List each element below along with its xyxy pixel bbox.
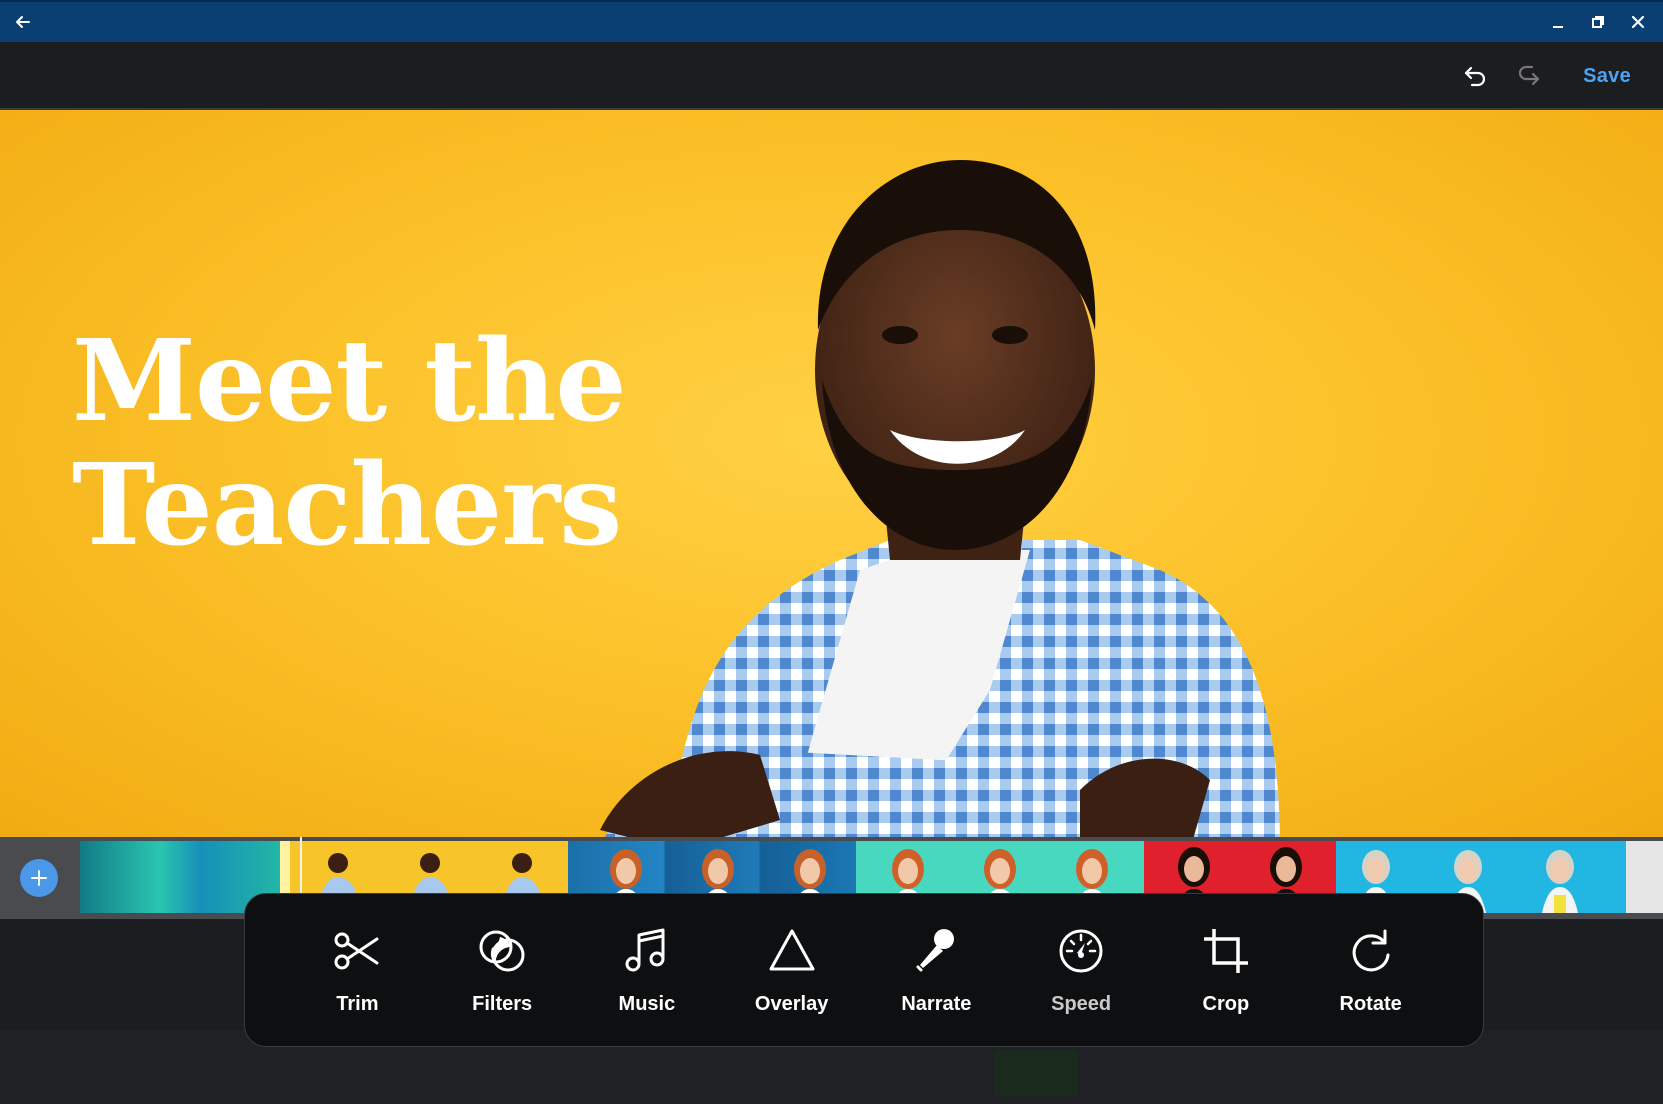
redo-icon[interactable] [1513, 61, 1543, 91]
microphone-icon [916, 928, 955, 971]
clip-partial[interactable] [1626, 841, 1663, 913]
editor-toolbar: Save [0, 42, 1663, 110]
music-tool[interactable]: Music [587, 910, 707, 1030]
rotate-tool[interactable]: Rotate [1311, 910, 1431, 1030]
video-preview[interactable]: Meet the Teachers [0, 110, 1663, 837]
edit-tools-panel: Trim Filters Music Overlay Narrate Speed… [244, 893, 1484, 1047]
trim-tool[interactable]: Trim [297, 910, 417, 1030]
arrow-left-icon[interactable] [12, 11, 34, 33]
undo-icon[interactable] [1461, 61, 1491, 91]
narrate-label: Narrate [901, 992, 972, 1015]
speed-tool[interactable]: Speed [1021, 910, 1141, 1030]
triangle-icon [769, 929, 815, 970]
filters-icon [479, 930, 525, 971]
speedometer-icon [1059, 929, 1103, 972]
plus-icon [31, 870, 47, 886]
save-button[interactable]: Save [1579, 61, 1635, 92]
headline-line-1: Meet the [72, 316, 627, 447]
preview-headline: Meet the Teachers [72, 316, 627, 571]
filters-label: Filters [472, 992, 533, 1015]
minimize-icon[interactable] [1547, 11, 1569, 33]
restore-icon[interactable] [1587, 11, 1609, 33]
music-note-icon [625, 928, 665, 971]
speed-label: Speed [1051, 992, 1112, 1015]
narrate-tool[interactable]: Narrate [876, 910, 996, 1030]
headline-line-2: Teachers [72, 440, 622, 571]
crop-tool[interactable]: Crop [1166, 910, 1286, 1030]
close-icon[interactable] [1627, 11, 1649, 33]
overlay-tool[interactable]: Overlay [732, 910, 852, 1030]
trim-label: Trim [336, 992, 379, 1015]
bottom-indicator [995, 1050, 1077, 1096]
rotate-icon [1352, 929, 1390, 971]
teacher-photo [600, 160, 1280, 837]
scissors-icon [334, 932, 379, 969]
overlay-label: Overlay [754, 992, 829, 1015]
crop-icon [1203, 928, 1248, 973]
filters-tool[interactable]: Filters [442, 910, 562, 1030]
window-titlebar [0, 0, 1663, 42]
crop-label: Crop [1202, 992, 1250, 1015]
add-clip-button[interactable] [20, 859, 58, 897]
music-label: Music [618, 992, 676, 1015]
rotate-label: Rotate [1339, 992, 1402, 1015]
